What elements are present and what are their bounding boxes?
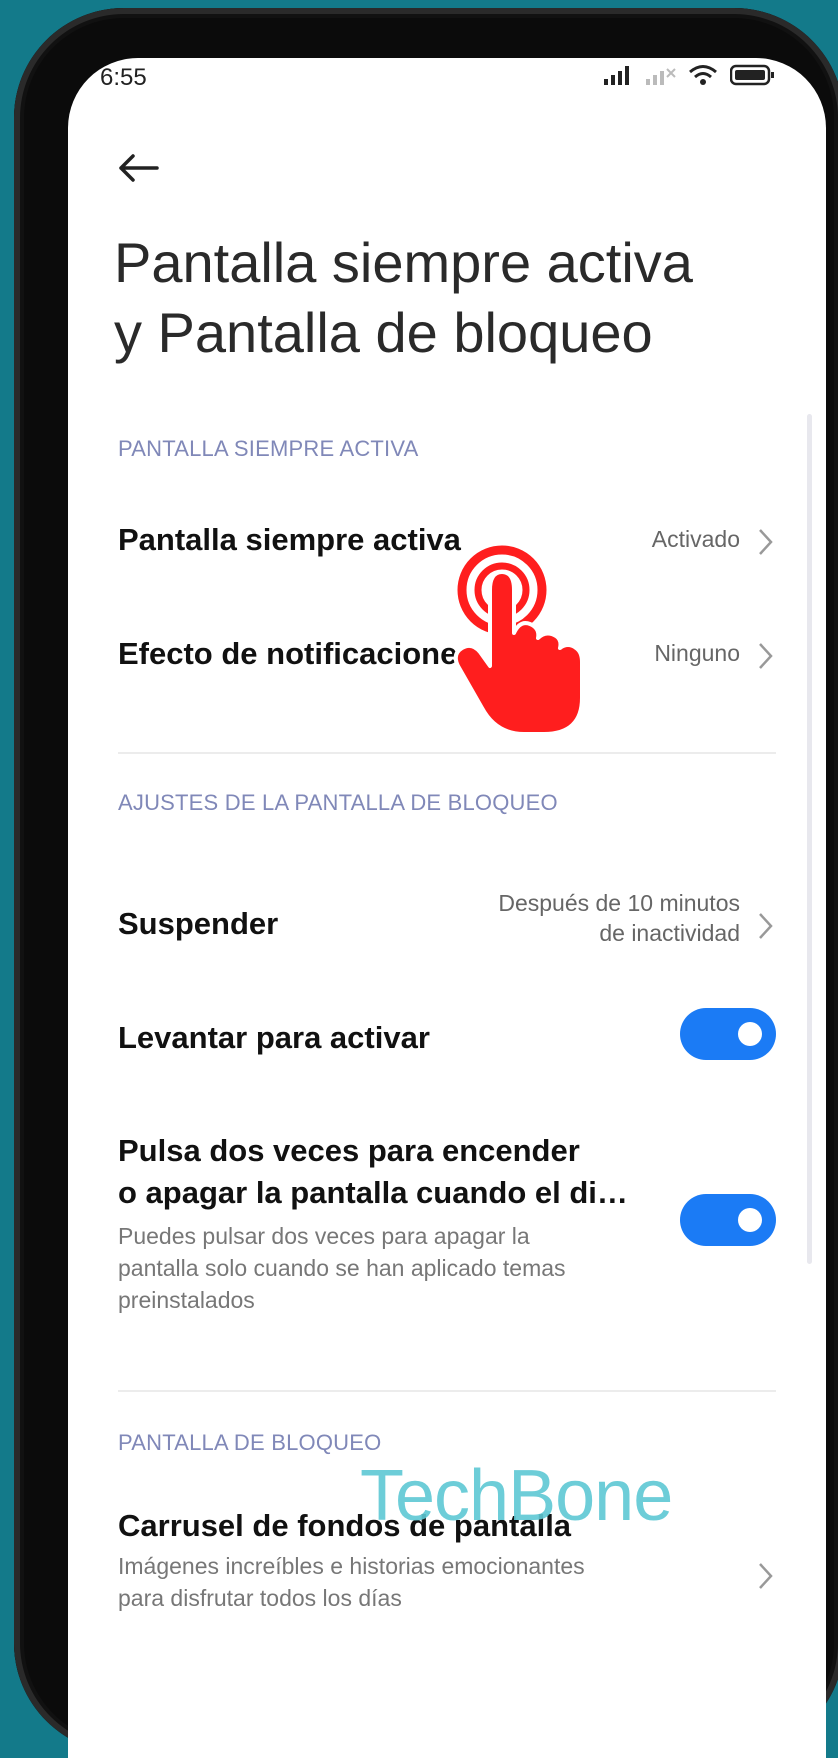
double-tap-title-line1: Pulsa dos veces para encender xyxy=(118,1133,580,1168)
chevron-right-icon xyxy=(759,913,773,939)
toggle-knob xyxy=(738,1208,762,1232)
scrollbar[interactable] xyxy=(807,414,812,1264)
section-header-always-on: PANTALLA SIEMPRE ACTIVA xyxy=(118,436,419,461)
description-line: preinstalados xyxy=(118,1287,255,1313)
back-arrow-icon xyxy=(119,154,159,182)
row-notification-effect[interactable]: Efecto de notificaciones Ninguno xyxy=(118,622,776,692)
status-icons xyxy=(604,64,776,86)
suspend-value-line1: Después de 10 minutos xyxy=(498,890,740,916)
row-title: Pantalla siempre activa xyxy=(118,522,461,557)
signal-icon xyxy=(604,66,629,85)
carousel-description: Imágenes increíbles e historias emociona… xyxy=(118,1550,776,1614)
row-value: Después de 10 minutos de inactividad xyxy=(498,888,740,948)
wifi-icon xyxy=(689,65,717,85)
back-button[interactable] xyxy=(108,138,168,198)
toggle-knob xyxy=(738,1022,762,1046)
row-title: Levantar para activar xyxy=(118,1020,430,1055)
signal-no-service-icon xyxy=(646,68,676,85)
page-title-line2: y Pantalla de bloqueo xyxy=(114,301,653,364)
double-tap-toggle[interactable] xyxy=(680,1194,776,1246)
description-line: Imágenes increíbles e historias emociona… xyxy=(118,1553,585,1579)
battery-icon xyxy=(730,64,774,86)
section-header-lock-screen: PANTALLA DE BLOQUEO xyxy=(118,1430,382,1455)
techbone-watermark: TechBone xyxy=(360,1456,673,1536)
row-raise-to-wake[interactable]: Levantar para activar xyxy=(118,1008,776,1068)
section-header-lock-settings: AJUSTES DE LA PANTALLA DE BLOQUEO xyxy=(118,790,558,815)
description-line: para disfrutar todos los días xyxy=(118,1585,402,1611)
suspend-value-line2: de inactividad xyxy=(599,920,740,946)
chevron-right-icon xyxy=(759,529,773,555)
row-title: Efecto de notificaciones xyxy=(118,636,475,671)
row-double-tap[interactable]: Pulsa dos veces para encender o apagar l… xyxy=(118,1130,776,1330)
description-line: pantalla solo cuando se han aplicado tem… xyxy=(118,1255,566,1281)
row-title: Suspender xyxy=(118,906,279,941)
status-bar: 6:55 xyxy=(68,58,826,138)
raise-to-wake-toggle[interactable] xyxy=(680,1008,776,1060)
description-line: Puedes pulsar dos veces para apagar la xyxy=(118,1223,530,1249)
chevron-right-icon xyxy=(759,643,773,669)
divider xyxy=(118,752,776,754)
tap-hand-icon xyxy=(453,545,584,736)
row-always-on-display[interactable]: Pantalla siempre activa Activado xyxy=(118,508,776,578)
double-tap-description: Puedes pulsar dos veces para apagar la p… xyxy=(118,1220,658,1316)
double-tap-text: Pulsa dos veces para encender o apagar l… xyxy=(118,1130,658,1316)
chevron-right-icon xyxy=(759,1563,773,1589)
row-suspend[interactable]: Suspender Después de 10 minutos de inact… xyxy=(118,888,776,968)
row-value: Activado xyxy=(651,526,740,552)
double-tap-title-line2: o apagar la pantalla cuando el di… xyxy=(118,1175,628,1210)
row-value: Ninguno xyxy=(654,640,740,666)
page-title-line1: Pantalla siempre activa xyxy=(114,231,693,294)
status-time: 6:55 xyxy=(100,64,147,91)
page-title: Pantalla siempre activa y Pantalla de bl… xyxy=(114,228,794,368)
divider xyxy=(118,1390,776,1392)
